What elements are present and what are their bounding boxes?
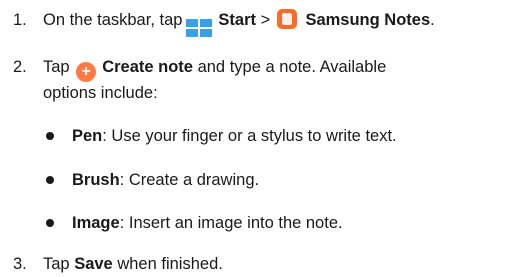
- breadcrumb-separator: >: [260, 11, 271, 29]
- step-2-suffix: and type a note. Available: [197, 58, 387, 76]
- step-1-text: On the taskbar, tap Start > Samsung Notes…: [43, 9, 435, 37]
- step-3-suffix: when finished.: [117, 255, 223, 273]
- option-image-desc: : Insert an image into the note.: [119, 214, 343, 232]
- bullet-brush: [46, 176, 54, 184]
- option-image-term: Image: [72, 214, 120, 232]
- option-pen: Pen: Use your finger or a stylus to writ…: [72, 125, 397, 147]
- bullet-image: [46, 219, 54, 227]
- plus-icon: +: [76, 62, 97, 82]
- step-2-prefix: Tap: [43, 58, 70, 76]
- windows-start-icon: [186, 19, 213, 37]
- create-note-label: Create note: [102, 58, 193, 76]
- bullet-pen: [46, 132, 54, 140]
- option-brush: Brush: Create a drawing.: [72, 169, 259, 191]
- step-2-number: 2.: [13, 58, 27, 76]
- step-2-text-line-2: options include:: [43, 84, 158, 102]
- step-1-prefix: On the taskbar, tap: [43, 11, 183, 29]
- samsung-notes-icon: [276, 9, 297, 29]
- step-3-number: 3.: [13, 255, 27, 273]
- start-label: Start: [218, 11, 257, 29]
- save-label: Save: [74, 255, 113, 273]
- option-pen-term: Pen: [72, 127, 103, 145]
- samsung-notes-label: Samsung Notes: [305, 11, 431, 29]
- option-brush-desc: : Create a drawing.: [119, 171, 260, 189]
- step-2-text-line-1: Tap + Create note and type a note. Availa…: [43, 56, 387, 82]
- step-3-text: Tap Save when finished.: [43, 253, 223, 275]
- step-1-number: 1.: [13, 11, 27, 29]
- option-brush-term: Brush: [72, 171, 120, 189]
- step-1-suffix: .: [430, 11, 435, 29]
- option-image: Image: Insert an image into the note.: [72, 212, 343, 234]
- step-3-prefix: Tap: [43, 255, 70, 273]
- option-pen-desc: : Use your finger or a stylus to write t…: [102, 127, 397, 145]
